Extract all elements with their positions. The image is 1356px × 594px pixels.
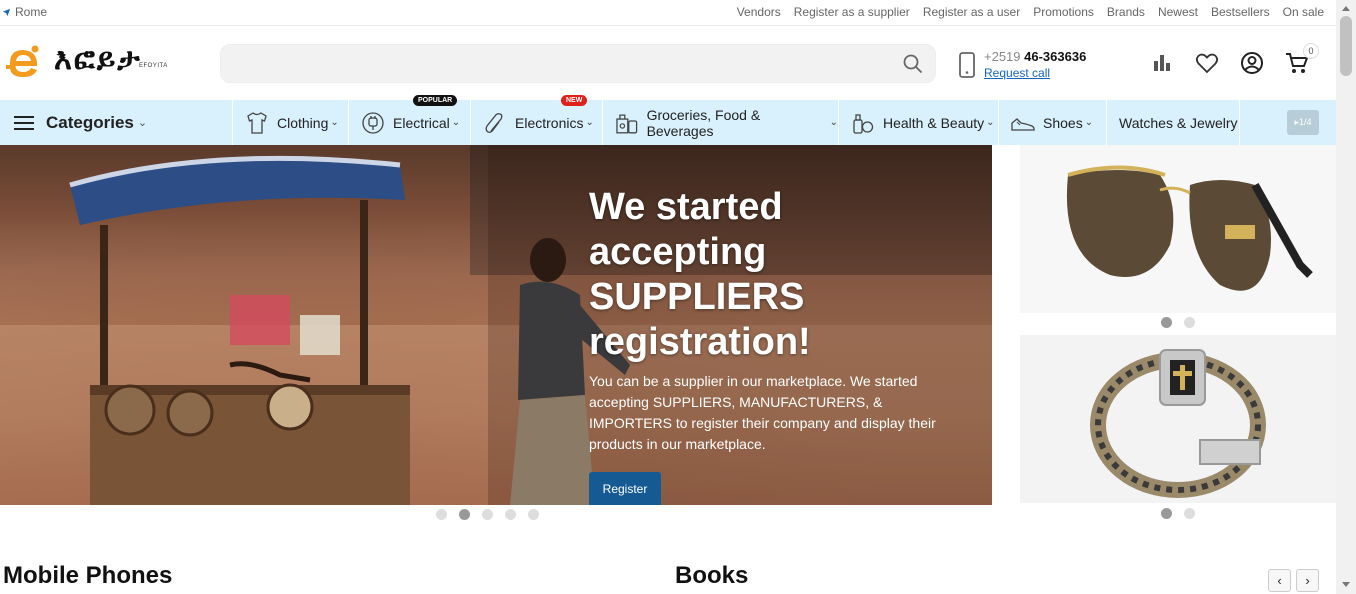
side-banner-sunglasses[interactable] [1020, 145, 1336, 313]
nav-item-health-beauty[interactable]: Health & Beauty ⌄ [838, 100, 998, 145]
nav-item-electronics[interactable]: NEW Electronics ⌄ [470, 95, 602, 145]
top-links: Vendors Register as a supplier Register … [737, 5, 1324, 19]
hero-title: We started accepting SUPPLIERS registrat… [589, 186, 811, 363]
chevron-down-icon: ⌄ [585, 117, 594, 128]
scrollbar-thumb[interactable] [1340, 16, 1352, 76]
location-arrow-icon [2, 8, 11, 16]
carousel-dot-active[interactable] [1161, 317, 1172, 328]
nav-item-electrical[interactable]: POPULAR Electrical ⌄ [348, 95, 470, 145]
chevron-down-icon: ⌄ [829, 117, 838, 128]
side-banner-2-dots [1161, 508, 1195, 519]
mobile-phone-icon [959, 52, 975, 78]
hamburger-icon [14, 115, 34, 130]
nav-item-watches-jewelry[interactable]: Watches & Jewelry [1106, 100, 1240, 145]
cart-button[interactable]: 0 [1285, 43, 1319, 75]
carousel-dot[interactable] [505, 509, 516, 520]
section-title-books: Books [675, 562, 749, 589]
nav-item-clothing[interactable]: Clothing ⌄ [232, 100, 348, 145]
carousel-dot[interactable] [528, 509, 539, 520]
hero-carousel-dots [436, 509, 539, 520]
section-title-mobile-phones: Mobile Phones [3, 562, 173, 589]
top-link-vendors[interactable]: Vendors [737, 5, 781, 19]
top-link-newest[interactable]: Newest [1158, 5, 1198, 19]
shirt-icon [247, 111, 267, 134]
hero-vendor-cart-image [69, 155, 410, 505]
logo[interactable]: እፎይታ [6, 43, 142, 79]
carousel-dot-active[interactable] [459, 509, 470, 520]
top-link-brands[interactable]: Brands [1107, 5, 1145, 19]
cart-count-badge: 0 [1303, 43, 1319, 59]
search-icon[interactable] [903, 54, 923, 74]
popular-badge: POPULAR [413, 95, 458, 106]
register-button[interactable]: Register [589, 472, 661, 505]
location-label: Rome [15, 5, 48, 19]
chevron-down-icon: ⌄ [1084, 117, 1094, 128]
chevron-down-icon: ⌄ [451, 117, 461, 128]
nav-item-label: Shoes [1043, 114, 1083, 131]
chevron-down-icon: ⌄ [986, 117, 995, 128]
nav-pager-button[interactable]: ▸1/4 [1287, 110, 1319, 135]
carousel-dot[interactable] [1184, 508, 1195, 519]
logo-text: እፎይታ [54, 42, 142, 77]
logo-mark-icon [6, 45, 39, 77]
search-input[interactable] [221, 45, 881, 82]
nav-item-label: Health & Beauty [883, 114, 985, 131]
page-scrollbar[interactable] [1336, 0, 1356, 594]
nav-item-label: Clothing [277, 114, 329, 131]
chevron-down-icon: ⌄ [137, 117, 148, 129]
side-banner-bracelet[interactable] [1020, 335, 1336, 503]
location[interactable]: Rome [2, 5, 47, 19]
request-call-link[interactable]: Request call [984, 66, 1086, 80]
carousel-dot-active[interactable] [1161, 508, 1172, 519]
nav-item-shoes[interactable]: Shoes ⌄ [998, 100, 1106, 145]
top-link-register-supplier[interactable]: Register as a supplier [794, 5, 910, 19]
phone-contact: +2519 46-363636 Request call [958, 50, 1086, 80]
chevron-left-icon[interactable]: ‹ [1268, 569, 1291, 592]
scroll-down-arrow-icon[interactable] [1342, 582, 1350, 587]
sunglasses-image [1066, 165, 1313, 291]
header: እፎይታ EFOYITA +2519 46-363636 Request cal… [0, 27, 1336, 100]
wishlist-heart-icon[interactable] [1195, 51, 1219, 75]
new-badge: NEW [561, 95, 588, 106]
compare-icon[interactable] [1150, 51, 1174, 75]
category-nav: Categories ⌄ Clothing ⌄ POPULAR Electric… [0, 95, 1336, 145]
nav-item-label: Groceries, Food & Beverages [646, 106, 761, 139]
top-link-on-sale[interactable]: On sale [1283, 5, 1324, 19]
chevron-right-icon[interactable]: › [1296, 569, 1319, 592]
nav-item-label: Electrical [393, 114, 450, 131]
shoe-icon [1011, 117, 1035, 131]
plug-icon [362, 111, 384, 134]
hero-banner[interactable]: We started accepting SUPPLIERS registrat… [0, 145, 992, 505]
top-bar: Rome Vendors Register as a supplier Regi… [0, 0, 1336, 26]
carousel-dot[interactable] [436, 509, 447, 520]
categories-menu-button[interactable]: Categories ⌄ [14, 100, 147, 145]
nav-item-groceries[interactable]: Groceries, Food & Beverages ⌄ [602, 100, 838, 145]
nav-item-label: Watches & Jewelry [1119, 114, 1238, 131]
grocery-icon [616, 114, 638, 133]
hero-description: You can be a supplier in our marketplace… [589, 373, 936, 452]
paperclip-icon [485, 112, 503, 133]
chevron-down-icon: ⌄ [330, 117, 339, 128]
pager-label: 1/4 [1299, 117, 1312, 127]
scroll-up-arrow-icon[interactable] [1342, 6, 1350, 11]
account-user-icon[interactable] [1240, 51, 1264, 75]
top-link-register-user[interactable]: Register as a user [923, 5, 1020, 19]
logo-subtitle: EFOYITA [139, 63, 168, 69]
side-banner-1-dots [1161, 317, 1195, 328]
phone-number: +2519 46-363636 [984, 49, 1087, 64]
search-bar [220, 44, 936, 83]
header-icons: 0 [1150, 43, 1319, 75]
top-link-promotions[interactable]: Promotions [1033, 5, 1094, 19]
nav-item-label: Electronics [515, 114, 584, 131]
carousel-dot[interactable] [482, 509, 493, 520]
categories-label: Categories [46, 112, 134, 132]
carousel-dot[interactable] [1184, 317, 1195, 328]
top-link-bestsellers[interactable]: Bestsellers [1211, 5, 1270, 19]
bracelet-image [1090, 349, 1266, 498]
cosmetics-icon [853, 113, 874, 134]
